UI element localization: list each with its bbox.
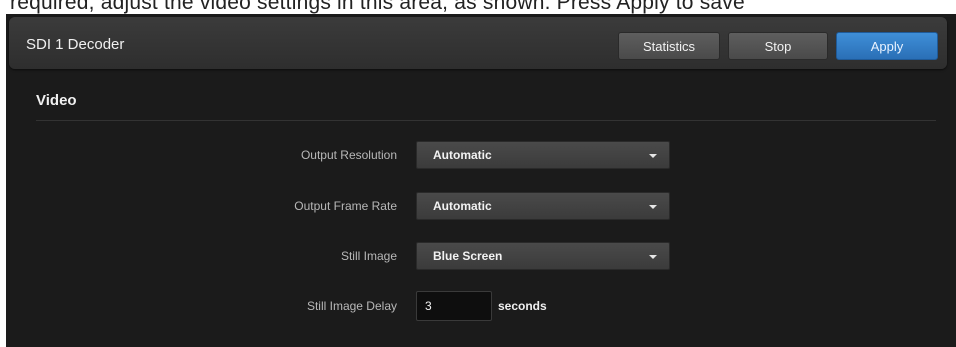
caret-down-icon	[649, 255, 657, 259]
section-title-video: Video	[36, 92, 77, 109]
cropped-instruction-text: required, adjust the video settings in t…	[0, 0, 956, 14]
output-frame-rate-label: Output Frame Rate	[294, 199, 397, 213]
cropped-instruction-text-content: required, adjust the video settings in t…	[10, 0, 745, 14]
still-image-value: Blue Screen	[433, 249, 503, 263]
section-divider	[36, 120, 936, 121]
caret-down-icon	[649, 154, 657, 158]
still-image-label: Still Image	[340, 249, 397, 263]
statistics-button[interactable]: Statistics	[618, 32, 720, 60]
still-image-delay-input[interactable]	[416, 291, 492, 321]
panel-title: SDI 1 Decoder	[26, 36, 125, 53]
output-resolution-select[interactable]: Automatic	[416, 141, 670, 169]
output-frame-rate-value: Automatic	[433, 199, 492, 213]
output-resolution-label: Output Resolution	[300, 148, 397, 162]
still-image-delay-label: Still Image Delay	[306, 299, 397, 313]
apply-button[interactable]: Apply	[836, 32, 938, 60]
output-frame-rate-select[interactable]: Automatic	[416, 192, 670, 220]
stop-button[interactable]: Stop	[728, 32, 828, 60]
still-image-delay-unit: seconds	[498, 299, 547, 313]
output-resolution-value: Automatic	[433, 148, 492, 162]
caret-down-icon	[649, 205, 657, 209]
still-image-select[interactable]: Blue Screen	[416, 242, 670, 270]
